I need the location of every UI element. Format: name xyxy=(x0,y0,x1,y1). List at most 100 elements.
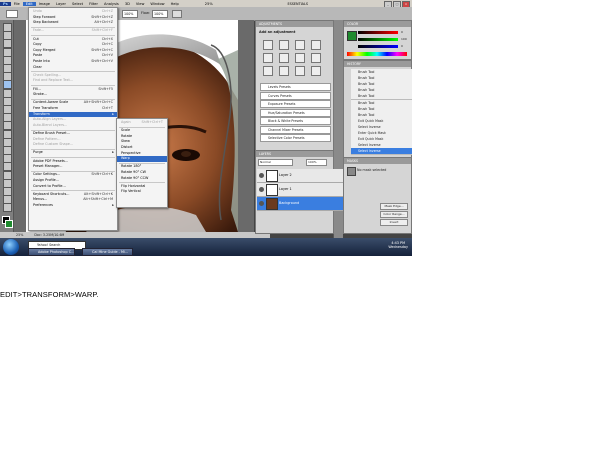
color-tab[interactable]: COLOR xyxy=(344,21,411,27)
menu-item-label: Fill... xyxy=(33,86,41,91)
taskbar-clock: 4:43 PM Wednesday xyxy=(388,241,408,249)
menu-item-fade[interactable]: Fade... Shift+Ctrl+F xyxy=(29,28,117,34)
menu-item-auto-blend-layers[interactable]: Auto-Blend Layers... xyxy=(29,123,117,129)
mask-button-invert[interactable]: Invert xyxy=(380,219,408,226)
menu-3d[interactable]: 3D xyxy=(122,2,133,6)
masks-heading: No mask selected xyxy=(357,168,387,172)
visibility-eye-icon[interactable] xyxy=(259,173,264,178)
black-white-adjustment-icon[interactable] xyxy=(311,53,321,63)
vibrance-adjustment-icon[interactable] xyxy=(263,53,273,63)
adjustment-preset-channel-mixer-presets[interactable]: Channel Mixer Presets xyxy=(260,125,331,134)
flow-label: Flow: xyxy=(141,11,150,15)
menu-select[interactable]: Select xyxy=(69,2,86,6)
airbrush-icon[interactable] xyxy=(172,10,182,18)
menu-item-label: Perspective xyxy=(121,150,141,155)
menu-edit[interactable]: Edit xyxy=(22,1,36,6)
brightness-adjustment-icon[interactable] xyxy=(263,40,273,50)
blue-value[interactable]: 0 xyxy=(401,44,403,48)
menu-item-label: Rotate xyxy=(121,133,133,138)
layers-tab[interactable]: LAYERS xyxy=(256,151,333,157)
green-value[interactable]: 100 xyxy=(401,37,407,41)
history-state[interactable]: Select Inverse xyxy=(351,148,412,156)
color-panel-swatch[interactable] xyxy=(347,31,357,41)
blend-mode-select[interactable]: Normal xyxy=(258,159,293,166)
zoom-readout[interactable]: 25% xyxy=(202,2,216,6)
menu-item-label: Warp xyxy=(121,156,130,161)
menu-item-label: Content-Aware Scale xyxy=(33,100,69,105)
menu-window[interactable]: Window xyxy=(147,2,167,6)
history-tab[interactable]: HISTORY xyxy=(344,61,411,67)
layer-row-background[interactable]: Background xyxy=(257,197,350,211)
menu-item-again[interactable]: Again Shift+Ctrl+T xyxy=(117,120,167,126)
menu-filter[interactable]: Filter xyxy=(86,2,101,6)
exposure-adjustment-icon[interactable] xyxy=(311,40,321,50)
menu-item-clear[interactable]: Clear xyxy=(29,65,117,71)
menu-item-define-custom-shape[interactable]: Define Custom Shape... xyxy=(29,142,117,148)
mask-button-mask-edge[interactable]: Mask Edge... xyxy=(380,203,408,210)
curves-adjustment-icon[interactable] xyxy=(295,40,305,50)
blue-slider[interactable] xyxy=(358,45,398,48)
brush-preset-picker[interactable] xyxy=(6,10,18,18)
menu-item-warp[interactable]: Warp xyxy=(117,156,167,162)
flow-input[interactable]: 100% xyxy=(152,10,168,18)
workspace-label[interactable]: ESSENTIALS xyxy=(287,2,308,6)
menu-item-shortcut: Alt+Ctrl+Z xyxy=(94,20,113,25)
red-value[interactable]: 0 xyxy=(401,30,403,34)
posterize-adjustment-icon[interactable] xyxy=(311,66,321,76)
menu-item-stroke[interactable]: Stroke... xyxy=(29,92,117,98)
layer-row-layer-1[interactable]: Layer 1 xyxy=(257,183,350,197)
adjustments-tab[interactable]: ADJUSTMENTS xyxy=(256,21,333,27)
menu-file[interactable]: File xyxy=(11,2,23,6)
menu-item-purge[interactable]: Purge ▸ xyxy=(29,150,117,156)
green-slider[interactable] xyxy=(358,38,398,41)
levels-adjustment-icon[interactable] xyxy=(279,40,289,50)
masks-tab[interactable]: MASKS xyxy=(344,158,411,164)
menu-item-find-and-replace-text[interactable]: Find and Replace Text... xyxy=(29,78,117,84)
status-zoom[interactable]: 25% xyxy=(16,233,23,237)
menu-item-label: Check Spelling... xyxy=(33,72,62,77)
adjustment-preset-black-white-presets[interactable]: Black & White Presets xyxy=(260,117,331,125)
adjustment-preset-selective-color-presets[interactable]: Selective Color Presets xyxy=(260,134,331,142)
quick-mask-tool-icon[interactable] xyxy=(3,203,12,213)
submenu-arrow-icon: ▸ xyxy=(112,150,114,155)
layer-row-layer-2[interactable]: Layer 2 xyxy=(257,169,350,183)
start-button-icon[interactable] xyxy=(3,239,19,255)
menu-item-label: Stroke... xyxy=(33,92,48,97)
adjustment-preset-hue-saturation-presets[interactable]: Hue/Saturation Presets xyxy=(260,108,331,117)
menu-item-flip-vertical[interactable]: Flip Vertical xyxy=(117,189,167,195)
hue-sat-adjustment-icon[interactable] xyxy=(279,53,289,63)
menu-item-shortcut: Shift+Ctrl+T xyxy=(141,120,164,124)
taskbar-task-browser[interactable]: Cal Mine Guide - Mi... xyxy=(82,248,133,256)
invert-adjustment-icon[interactable] xyxy=(295,66,305,76)
layer-opacity-input[interactable]: 100% xyxy=(306,159,327,166)
menu-analysis[interactable]: Analysis xyxy=(101,2,122,6)
red-slider[interactable] xyxy=(358,31,398,34)
photo-filter-adjustment-icon[interactable] xyxy=(263,66,273,76)
mask-button-color-range[interactable]: Color Range... xyxy=(380,211,408,218)
color-balance-adjustment-icon[interactable] xyxy=(295,53,305,63)
adjustment-preset-exposure-presets[interactable]: Exposure Presets xyxy=(260,100,331,108)
taskbar-task-photoshop[interactable]: Adobe Photoshop C... xyxy=(28,248,75,256)
adjustment-preset-levels-presets[interactable]: Levels Presets xyxy=(260,83,331,91)
menu-view[interactable]: View xyxy=(133,2,148,6)
adjustment-preset-curves-presets[interactable]: Curves Presets xyxy=(260,91,331,100)
menu-item-label: Distort xyxy=(121,145,133,149)
menu-item-rotate-90-ccw[interactable]: Rotate 90° CCW xyxy=(117,176,167,182)
background-color-swatch[interactable] xyxy=(5,220,13,228)
transform-submenu: Again Shift+Ctrl+T Scale Rotate Skew Distort P… xyxy=(116,118,168,208)
color-ramp[interactable] xyxy=(347,52,407,56)
opacity-input[interactable]: 100% xyxy=(122,10,138,18)
menu-item-preferences[interactable]: Preferences ▸ xyxy=(29,203,117,209)
menu-item-step-backward[interactable]: Step Backward Alt+Ctrl+Z xyxy=(29,20,117,26)
menu-image[interactable]: Image xyxy=(36,2,53,6)
channel-mixer-adjustment-icon[interactable] xyxy=(279,66,289,76)
menu-item-label: Convert to Profile... xyxy=(33,183,66,188)
menu-item-label: Skew xyxy=(121,139,130,144)
menu-item-convert-to-profile[interactable]: Convert to Profile... xyxy=(29,184,117,190)
menu-layer[interactable]: Layer xyxy=(53,2,69,6)
visibility-eye-icon[interactable] xyxy=(259,187,264,192)
menu-item-label: Menus... xyxy=(33,197,48,202)
menu-item-preset-manager[interactable]: Preset Manager... xyxy=(29,164,117,170)
visibility-eye-icon[interactable] xyxy=(259,201,264,206)
menu-help[interactable]: Help xyxy=(168,2,182,6)
